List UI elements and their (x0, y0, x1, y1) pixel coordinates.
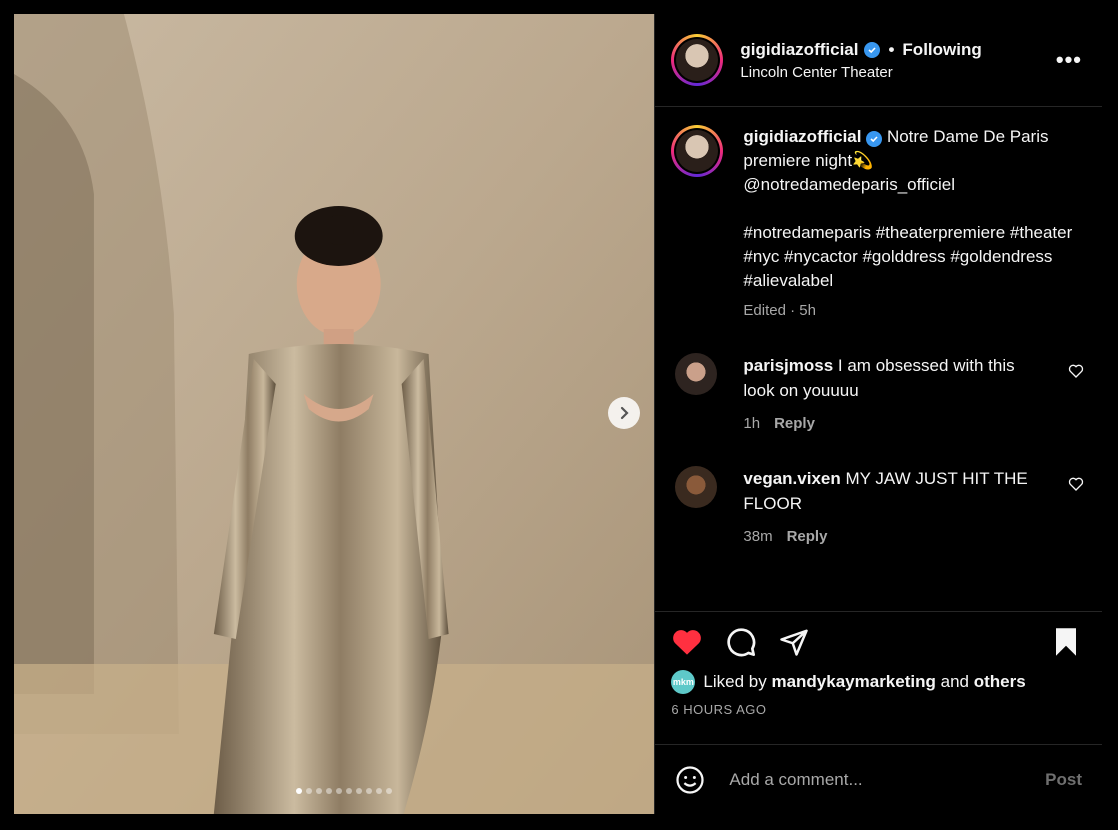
add-comment-bar: Post (655, 744, 1102, 814)
post-modal: gigidiazofficial • Following Lincoln Cen… (14, 14, 1102, 814)
post-photo (14, 14, 655, 814)
verified-badge-icon (864, 41, 881, 58)
chevron-right-icon (620, 406, 629, 420)
likes-summary[interactable]: mkm Liked by mandykaymarketing and other… (671, 670, 1086, 694)
post-header: gigidiazofficial • Following Lincoln Cen… (655, 14, 1102, 107)
location-link[interactable]: Lincoln Center Theater (740, 64, 1051, 81)
commenter-username[interactable]: parisjmoss (743, 356, 833, 375)
carousel-dot (306, 788, 313, 794)
author-avatar[interactable] (671, 34, 724, 86)
post-timestamp: 6 HOURS AGO (671, 702, 767, 717)
like-comment-heart-icon[interactable] (1068, 363, 1084, 379)
more-options-icon[interactable]: ••• (1052, 43, 1086, 77)
comments-section[interactable]: gigidiazofficial Notre Dame De Paris pre… (655, 107, 1102, 611)
comment-input[interactable] (727, 768, 1046, 791)
carousel-dot (296, 788, 303, 794)
like-comment-heart-icon[interactable] (1068, 476, 1084, 492)
author-username[interactable]: gigidiazofficial (740, 40, 858, 60)
commenter-avatar[interactable] (675, 353, 718, 395)
comment-bubble-icon[interactable] (725, 626, 757, 658)
carousel-indicator (24, 788, 654, 794)
verified-badge-icon (866, 131, 883, 147)
caption-mention[interactable]: @notredamedeparis_officiel (743, 175, 955, 194)
bookmark-save-icon[interactable] (1052, 627, 1080, 657)
commenter-username[interactable]: vegan.vixen (743, 469, 840, 488)
caption: gigidiazofficial Notre Dame De Paris pre… (671, 125, 1086, 323)
caption-username[interactable]: gigidiazofficial (743, 127, 861, 146)
post-comment-button[interactable]: Post (1045, 770, 1082, 790)
like-heart-icon[interactable] (671, 626, 703, 658)
likes-prefix: Liked by (703, 672, 767, 691)
comment-item: vegan.vixen MY JAW JUST HIT THE FLOOR 38… (671, 466, 1086, 549)
comment-time: 1h (743, 415, 761, 432)
liker-avatar: mkm (671, 670, 696, 694)
emoji-smiley-icon[interactable] (675, 765, 705, 795)
carousel-dot (356, 788, 363, 794)
post-actions: mkm Liked by mandykaymarketing and other… (655, 611, 1102, 744)
carousel-dot (346, 788, 353, 794)
carousel-next-button[interactable] (608, 397, 640, 429)
caption-avatar[interactable] (671, 125, 724, 177)
comment-time: 38m (743, 528, 773, 545)
carousel-dot (366, 788, 373, 794)
caption-meta: Edited · 5h (743, 302, 816, 319)
separator-dot: • (888, 39, 895, 59)
carousel-dot (316, 788, 323, 794)
reply-button[interactable]: Reply (787, 528, 828, 545)
carousel-dot (336, 788, 343, 794)
liker-username[interactable]: mandykaymarketing (771, 672, 935, 692)
comment-item: parisjmoss I am obsessed with this look … (671, 353, 1086, 436)
carousel-dot (326, 788, 333, 794)
likes-others-link[interactable]: others (974, 672, 1026, 692)
caption-hashtags[interactable]: #notredameparis #theaterpremiere #theate… (743, 221, 1073, 293)
carousel-dot (386, 788, 393, 794)
post-media[interactable] (14, 14, 655, 814)
following-button[interactable]: Following (902, 40, 981, 60)
commenter-avatar[interactable] (675, 466, 718, 508)
likes-and: and (940, 672, 969, 691)
reply-button[interactable]: Reply (774, 415, 815, 432)
post-sidebar: gigidiazofficial • Following Lincoln Cen… (654, 14, 1102, 814)
carousel-dot (376, 788, 383, 794)
share-send-icon[interactable] (779, 627, 809, 657)
